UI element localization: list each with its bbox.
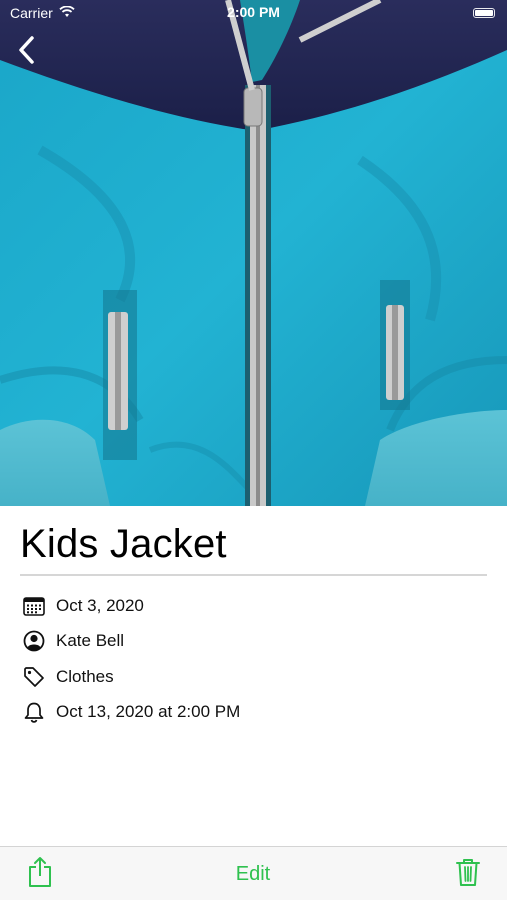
- battery-icon: [473, 8, 495, 18]
- detail-list: Oct 3, 2020 Kate Bell Clothes Oct 13, 20…: [22, 588, 482, 730]
- detail-category-text: Clothes: [56, 666, 114, 686]
- delete-button[interactable]: [450, 847, 486, 900]
- trash-icon: [455, 857, 481, 892]
- status-time: 2:00 PM: [227, 4, 280, 20]
- bottom-toolbar: Edit: [0, 846, 507, 900]
- status-bar: Carrier 2:00 PM: [0, 0, 507, 28]
- detail-person-text: Kate Bell: [56, 631, 125, 651]
- detail-row-person: Kate Bell: [22, 624, 482, 660]
- bell-icon: [22, 700, 46, 724]
- item-title: Kids Jacket: [20, 522, 227, 566]
- chevron-left-icon: [17, 35, 35, 70]
- calendar-icon: [22, 594, 46, 618]
- detail-date-text: Oct 3, 2020: [56, 595, 144, 615]
- title-divider: [20, 574, 487, 576]
- back-button[interactable]: [10, 34, 42, 70]
- detail-row-date: Oct 3, 2020: [22, 588, 482, 624]
- item-photo: [0, 0, 507, 506]
- detail-row-category: Clothes: [22, 659, 482, 695]
- tag-icon: [22, 665, 46, 689]
- edit-button[interactable]: Edit: [203, 847, 303, 900]
- person-circle-icon: [22, 629, 46, 653]
- detail-reminder-text: Oct 13, 2020 at 2:00 PM: [56, 702, 241, 722]
- share-icon: [27, 856, 53, 893]
- detail-row-reminder: Oct 13, 2020 at 2:00 PM: [22, 695, 482, 731]
- item-detail-screen: Carrier 2:00 PM Kids Jacket Oct 3, 2020 …: [0, 0, 507, 900]
- share-button[interactable]: [22, 847, 58, 900]
